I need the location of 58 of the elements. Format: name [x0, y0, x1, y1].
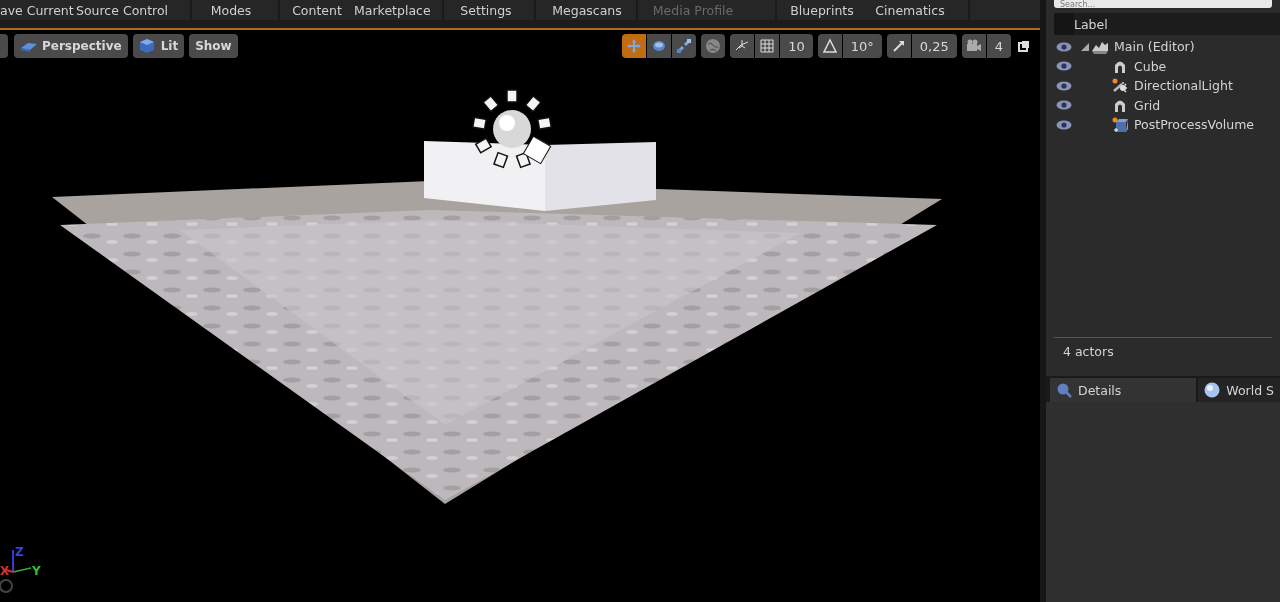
menu-button[interactable]: Blueprints	[780, 0, 864, 20]
view-mode-button[interactable]: Lit	[132, 34, 185, 58]
rotation-snap-value[interactable]: 10°	[842, 34, 882, 58]
rotate-icon	[651, 38, 668, 54]
outliner-item[interactable]: Grid	[1134, 97, 1161, 113]
camera-icon	[965, 38, 982, 54]
volume-icon	[1112, 116, 1128, 133]
scale-tool-button[interactable]	[672, 34, 697, 58]
triangle-icon	[821, 38, 838, 54]
eye-icon	[1056, 118, 1072, 131]
camera-snap-button[interactable]	[961, 34, 986, 58]
eye-icon	[1056, 99, 1072, 112]
grid-snap-value[interactable]: 10	[780, 34, 813, 58]
view-mode-button[interactable]: Show	[189, 34, 238, 58]
globe-icon	[1204, 382, 1221, 398]
scale-snap-button[interactable]	[886, 34, 911, 58]
menu-button[interactable]: Modes	[196, 0, 266, 20]
eye-icon	[1056, 40, 1072, 53]
actor-count: 4 actors	[1063, 344, 1114, 359]
eye-icon	[1056, 79, 1072, 92]
maximize-icon	[1018, 40, 1030, 52]
menu-button[interactable]: Marketplace	[354, 0, 430, 20]
globe-icon	[705, 38, 722, 54]
axis-x-label: X	[0, 565, 10, 577]
camera-snap-value[interactable]: 4	[986, 34, 1011, 58]
menu-button[interactable]: Source Control	[76, 0, 166, 20]
sun-icon	[471, 89, 553, 169]
axis-y-label: Y	[32, 565, 41, 577]
scale-snap-value[interactable]: 0,25	[911, 34, 957, 58]
view-mode-button[interactable]: Perspective	[14, 34, 128, 58]
menu-button[interactable]: Cinematics	[870, 0, 950, 20]
outliner-item[interactable]: DirectionalLight	[1134, 78, 1233, 94]
scale-icon	[676, 38, 693, 54]
panel-tab[interactable]: World S	[1198, 378, 1280, 402]
menu-button[interactable]: Megascans	[542, 0, 632, 20]
menu-button[interactable]: Content	[282, 0, 352, 20]
menu-button[interactable]: Settings	[444, 0, 528, 20]
panel-tab[interactable]: Details	[1050, 378, 1197, 402]
axis-z-label: Z	[15, 546, 24, 558]
outliner-item[interactable]: PostProcessVolume	[1134, 117, 1255, 133]
grid-icon	[759, 38, 776, 54]
outliner-item[interactable]: Cube	[1134, 58, 1167, 74]
translate-tool-button[interactable]	[622, 34, 647, 58]
rotation-snap-button[interactable]	[817, 34, 842, 58]
magnifier-icon	[1056, 382, 1072, 398]
eye-icon	[1056, 60, 1072, 73]
globe-button[interactable]	[701, 34, 726, 58]
cube-icon	[138, 38, 157, 54]
expanded-arrow-icon[interactable]	[1080, 41, 1090, 52]
light-icon	[1112, 77, 1128, 94]
rotate-tool-button[interactable]	[647, 34, 672, 58]
search-field[interactable]: Search...	[1054, 0, 1272, 8]
label-column-header: Label	[1074, 16, 1108, 32]
move-icon	[626, 38, 643, 54]
surface-snap-button[interactable]	[730, 34, 755, 58]
outliner-item[interactable]: Main (Editor)	[1114, 39, 1195, 55]
grid-snap-button[interactable]	[755, 34, 780, 58]
help-icon	[0, 579, 13, 593]
